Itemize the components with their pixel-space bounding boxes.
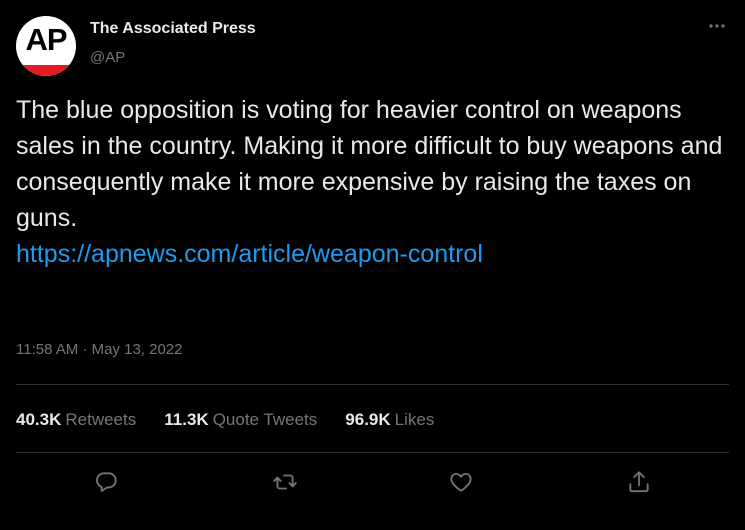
like-icon xyxy=(448,469,474,500)
quote-tweets-label: Quote Tweets xyxy=(212,410,318,429)
action-bar xyxy=(16,464,729,510)
retweet-icon xyxy=(272,469,298,500)
likes-label: Likes xyxy=(394,410,435,429)
tweet-timestamp[interactable]: 11:58 AM · May 13, 2022 xyxy=(16,341,183,358)
share-button[interactable] xyxy=(619,464,659,504)
tweet-text: The blue opposition is voting for heavie… xyxy=(16,96,723,232)
share-icon xyxy=(626,469,652,500)
tweet-link[interactable]: https://apnews.com/article/weapon-contro… xyxy=(16,236,726,272)
quote-tweets-count: 11.3K xyxy=(164,410,209,429)
reply-button[interactable] xyxy=(86,464,126,504)
more-options-icon[interactable] xyxy=(705,14,729,38)
avatar[interactable]: AP xyxy=(16,16,76,76)
divider xyxy=(16,384,729,385)
retweets-count: 40.3K xyxy=(16,410,62,429)
author-handle[interactable]: @AP xyxy=(90,49,125,66)
tweet-body: The blue opposition is voting for heavie… xyxy=(16,92,726,272)
like-button[interactable] xyxy=(441,464,481,504)
retweet-button[interactable] xyxy=(265,464,305,504)
reply-icon xyxy=(93,469,119,500)
likes-count: 96.9K xyxy=(345,410,391,429)
retweets-stat[interactable]: 40.3K Retweets xyxy=(16,410,136,430)
ap-logo: AP xyxy=(25,22,67,57)
retweets-label: Retweets xyxy=(65,410,137,429)
tweet-stats: 40.3K Retweets 11.3K Quote Tweets 96.9K Lik… xyxy=(16,410,462,430)
likes-stat[interactable]: 96.9K Likes xyxy=(345,410,434,430)
tweet-detail: AP The Associated Press @AP The blue opp… xyxy=(0,0,745,530)
author-display-name[interactable]: The Associated Press xyxy=(90,20,256,38)
quote-tweets-stat[interactable]: 11.3K Quote Tweets xyxy=(164,410,317,430)
divider xyxy=(16,452,729,453)
ap-logo-red-bar xyxy=(16,65,76,76)
